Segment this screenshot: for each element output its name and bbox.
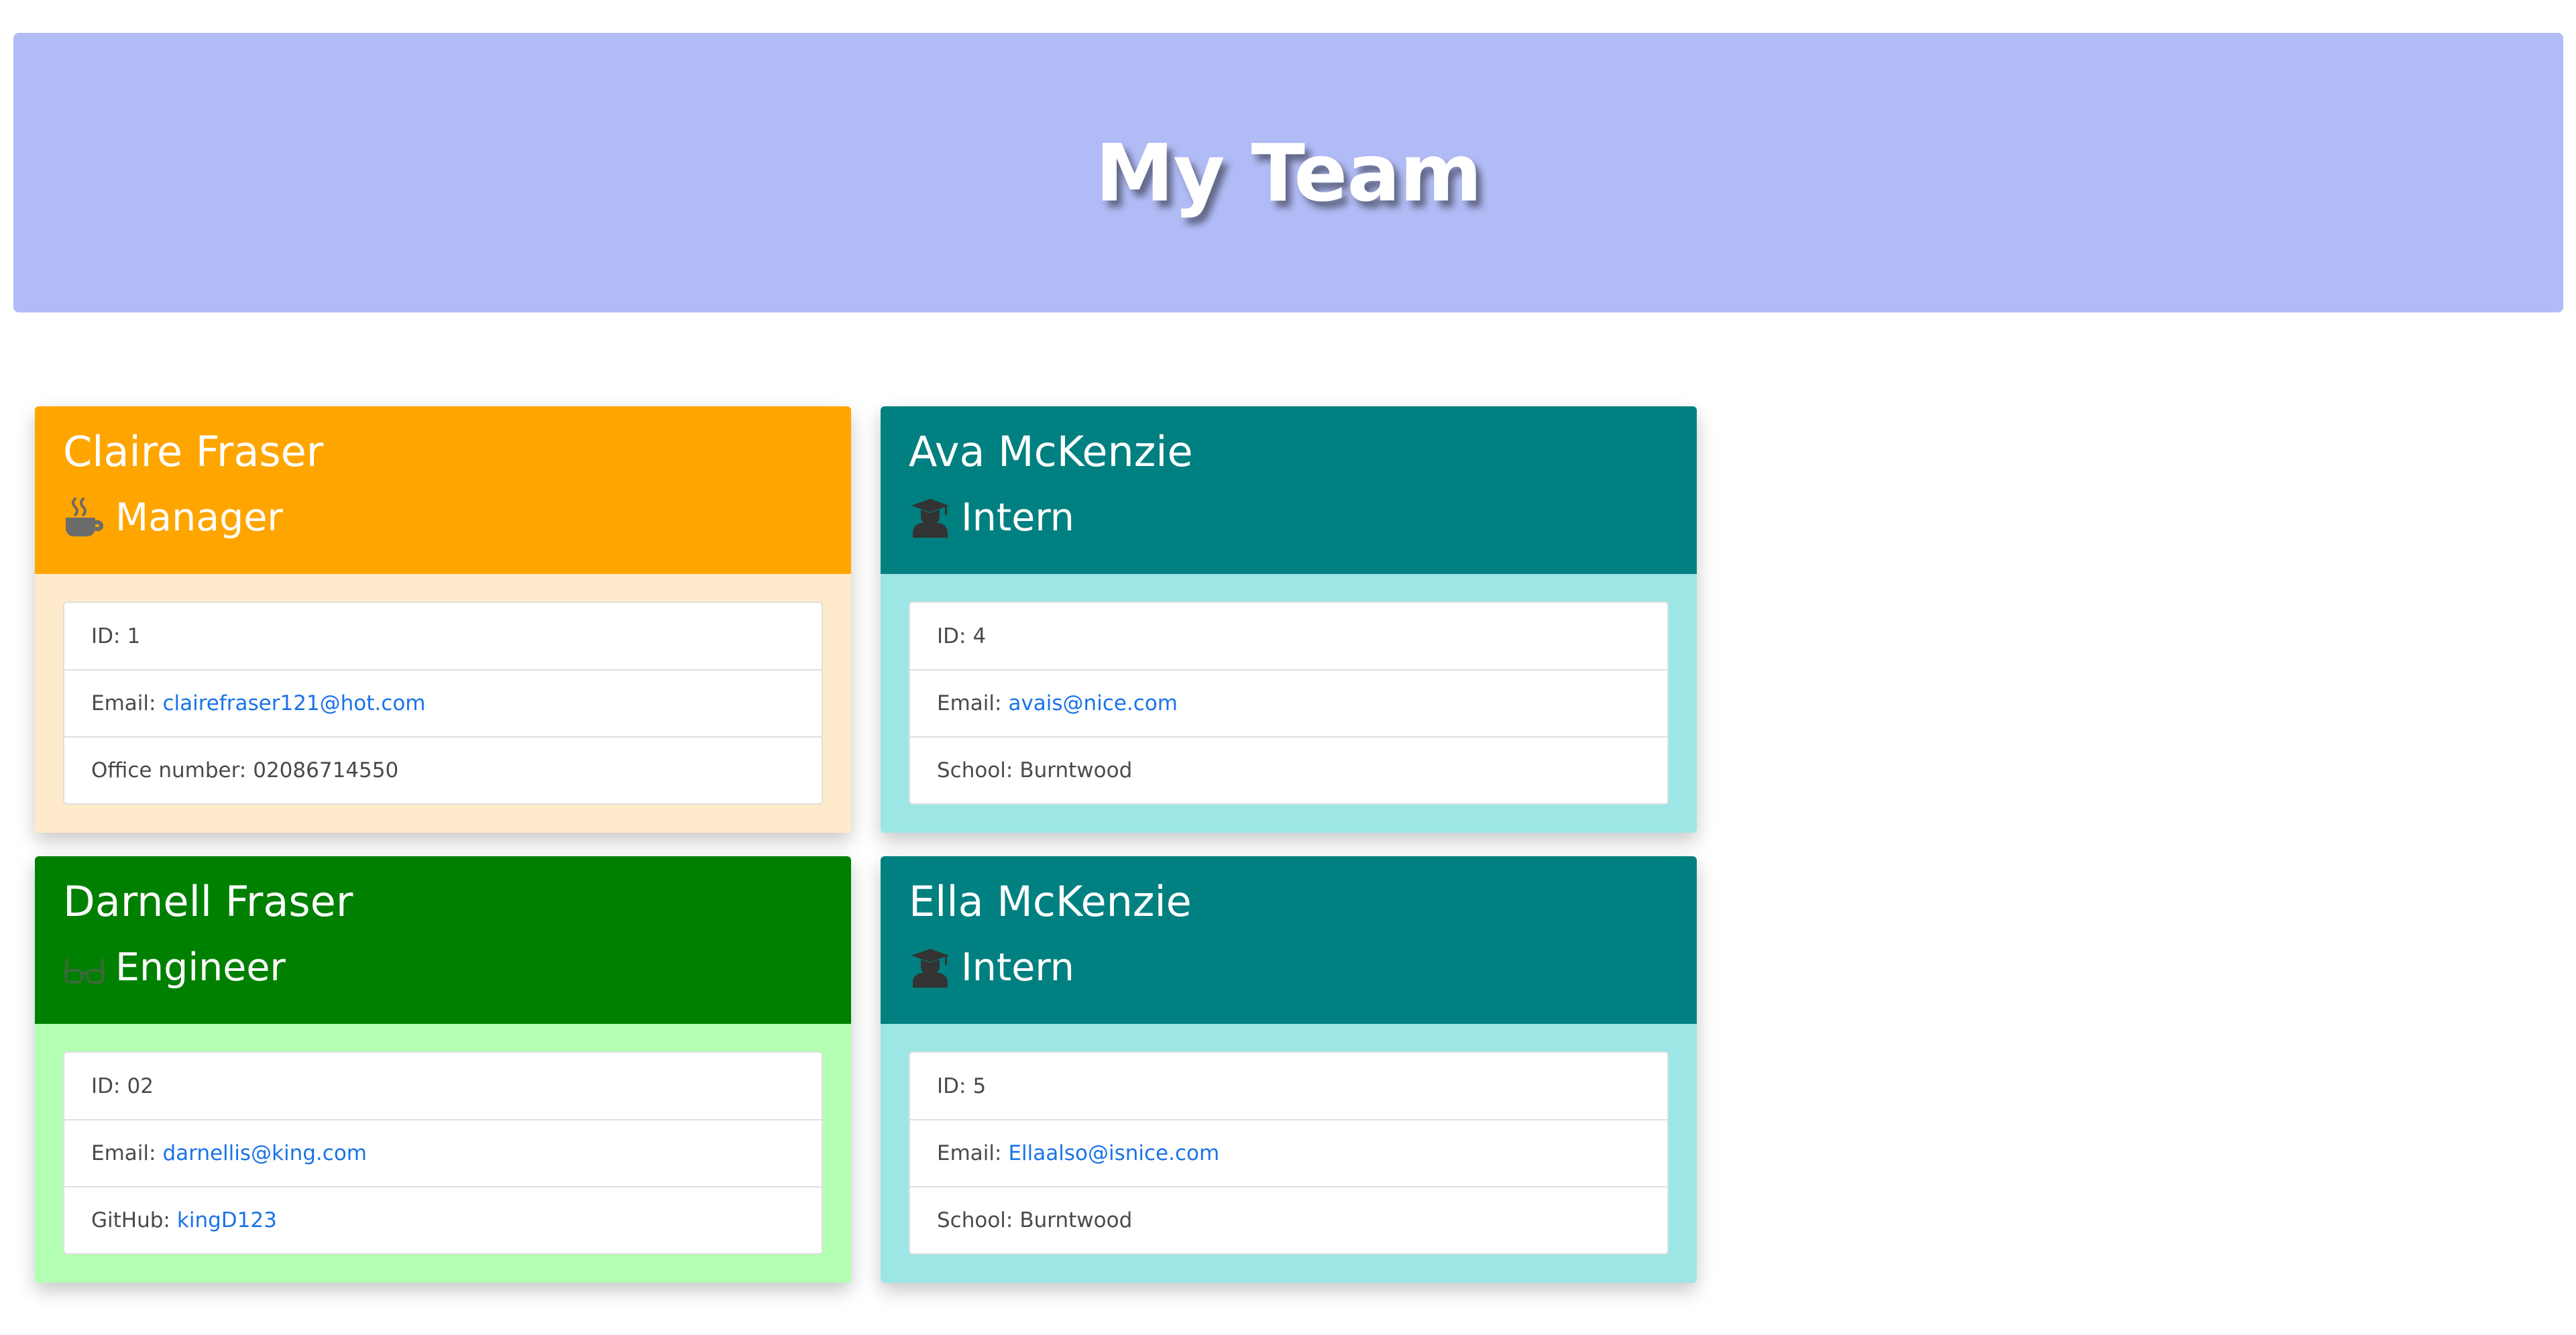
email-label: Email: <box>91 691 156 715</box>
card-body: ID: 4 Email: avais@nice.com School: Burn… <box>881 574 1697 833</box>
role-label: Engineer <box>115 945 286 990</box>
id-label: ID: <box>937 1073 966 1098</box>
employee-details: ID: 1 Email: clairefraser121@hot.com Off… <box>63 601 823 805</box>
page-title: My Team <box>1095 126 1482 219</box>
id-row: ID: 02 <box>64 1053 822 1119</box>
school-value: Burntwood <box>1019 1208 1133 1232</box>
employee-details: ID: 02 Email: darnellis@king.com GitHub:… <box>63 1051 823 1255</box>
github-row: GitHub: kingD123 <box>64 1186 822 1253</box>
employee-role: Intern <box>909 941 1669 994</box>
employee-details: ID: 5 Email: Ellaalso@isnice.com School:… <box>909 1051 1669 1255</box>
id-label: ID: <box>91 1073 121 1098</box>
employee-role: Engineer <box>63 941 823 994</box>
email-row: Email: clairefraser121@hot.com <box>64 669 822 736</box>
office-number-label: Office number: <box>91 758 247 782</box>
card-body: ID: 02 Email: darnellis@king.com GitHub:… <box>35 1024 851 1283</box>
role-label: Manager <box>115 496 283 540</box>
user-graduate-icon <box>911 499 949 538</box>
github-link[interactable]: kingD123 <box>177 1208 277 1232</box>
mug-hot-icon <box>66 498 103 536</box>
github-label: GitHub: <box>91 1208 170 1232</box>
user-graduate-icon <box>911 949 949 988</box>
role-label: Intern <box>961 496 1074 540</box>
id-row: ID: 4 <box>910 603 1667 669</box>
card-header: Ella McKenzie Intern <box>881 856 1697 1024</box>
email-label: Email: <box>937 691 1002 715</box>
employee-role: Manager <box>63 491 823 544</box>
office-number-row: Office number: 02086714550 <box>64 736 822 803</box>
role-label: Intern <box>961 945 1074 990</box>
id-value: 1 <box>127 624 141 648</box>
email-row: Email: Ellaalso@isnice.com <box>910 1119 1667 1186</box>
employee-card-intern: Ella McKenzie Intern ID: 5 Email: Ellaal… <box>881 856 1697 1283</box>
email-link[interactable]: avais@nice.com <box>1008 691 1178 715</box>
id-row: ID: 5 <box>910 1053 1667 1119</box>
id-row: ID: 1 <box>64 603 822 669</box>
employee-name: Claire Fraser <box>63 427 324 476</box>
card-header: Ava McKenzie Intern <box>881 406 1697 574</box>
email-link[interactable]: darnellis@king.com <box>162 1141 367 1165</box>
office-number-value: 02086714550 <box>253 758 399 782</box>
employee-details: ID: 4 Email: avais@nice.com School: Burn… <box>909 601 1669 805</box>
school-row: School: Burntwood <box>910 1186 1667 1253</box>
card-body: ID: 1 Email: clairefraser121@hot.com Off… <box>35 574 851 833</box>
school-value: Burntwood <box>1019 758 1133 782</box>
school-row: School: Burntwood <box>910 736 1667 803</box>
email-link[interactable]: clairefraser121@hot.com <box>162 691 425 715</box>
employee-card-intern: Ava McKenzie Intern ID: 4 Email: avais@n… <box>881 406 1697 833</box>
email-label: Email: <box>91 1141 156 1165</box>
employee-card-engineer: Darnell Fraser Engineer ID: 02 Email: da… <box>35 856 851 1283</box>
employee-name: Ella McKenzie <box>909 877 1192 926</box>
page-header: My Team <box>13 33 2563 312</box>
school-label: School: <box>937 1208 1013 1232</box>
email-row: Email: darnellis@king.com <box>64 1119 822 1186</box>
id-value: 02 <box>127 1073 154 1098</box>
email-label: Email: <box>937 1141 1002 1165</box>
id-value: 5 <box>972 1073 987 1098</box>
id-label: ID: <box>937 624 966 648</box>
id-value: 4 <box>972 624 987 648</box>
employee-name: Ava McKenzie <box>909 427 1193 476</box>
card-body: ID: 5 Email: Ellaalso@isnice.com School:… <box>881 1024 1697 1283</box>
glasses-icon <box>64 958 105 984</box>
id-label: ID: <box>91 624 121 648</box>
email-link[interactable]: Ellaalso@isnice.com <box>1008 1141 1219 1165</box>
employee-role: Intern <box>909 491 1669 544</box>
email-row: Email: avais@nice.com <box>910 669 1667 736</box>
employee-name: Darnell Fraser <box>63 877 353 926</box>
card-header: Claire Fraser Manager <box>35 406 851 574</box>
employee-card-manager: Claire Fraser Manager ID: 1 Email: clair… <box>35 406 851 833</box>
school-label: School: <box>937 758 1013 782</box>
card-header: Darnell Fraser Engineer <box>35 856 851 1024</box>
